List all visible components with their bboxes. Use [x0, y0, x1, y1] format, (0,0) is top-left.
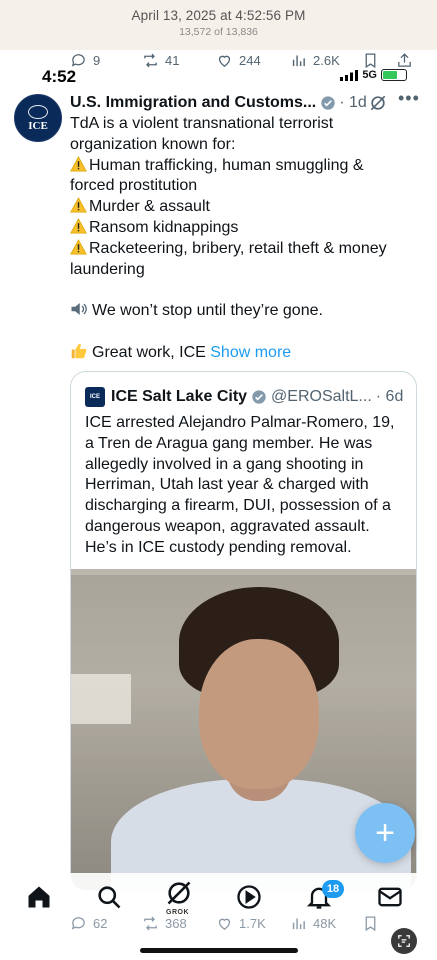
- grok-icon[interactable]: [165, 879, 193, 907]
- next-tweet-actions: 62 368 1.7K 48K: [0, 915, 437, 939]
- views-action[interactable]: 48K: [290, 915, 336, 932]
- grok-icon[interactable]: [368, 93, 388, 113]
- tweet-text-line: Great work, ICE Show more: [70, 343, 420, 364]
- tweet-header: U.S. Immigration and Customs... · 1d •••: [70, 88, 425, 114]
- tweet-line-text: Racketeering, bribery, retail theft & mo…: [89, 239, 387, 257]
- tweet-text-line: [70, 322, 420, 343]
- battery-icon: [381, 69, 407, 81]
- ice-avatar[interactable]: ICE: [14, 94, 62, 142]
- status-time: 4:52: [42, 67, 77, 86]
- compose-post-button[interactable]: +: [355, 803, 415, 863]
- more-options-icon[interactable]: •••: [398, 88, 420, 109]
- seal-icon: [28, 104, 48, 119]
- live-text-scan-icon[interactable]: [391, 928, 417, 954]
- tweet-text-line: Murder & assault: [70, 197, 420, 218]
- quoted-text-line: He’s in ICE custody pending removal.: [85, 538, 352, 556]
- quoted-text-line: a Tren de Aragua gang member. He was: [85, 434, 373, 452]
- tweet-line-text: Great work, ICE: [92, 343, 206, 361]
- quoted-author-name: ICE Salt Lake City: [111, 388, 248, 405]
- tweet-text-line: Human trafficking, human smuggling &: [70, 155, 420, 177]
- tweet-text: TdA is a violent transnational terrorist…: [70, 114, 420, 364]
- status-bar: 4:52 5G: [0, 66, 437, 86]
- like-action[interactable]: 1.7K: [216, 915, 266, 932]
- tweet-age: · 1d: [339, 94, 367, 111]
- tweet-text-line: organization known for:: [70, 135, 420, 156]
- tweet-line-text: Ransom kidnappings: [89, 218, 239, 236]
- quoted-text-line: discharging a firearm, DUI, possession o…: [85, 497, 391, 515]
- warning-icon: [70, 238, 89, 257]
- tweet-line-text: laundering: [70, 260, 145, 278]
- thumbs-up-icon: [70, 343, 92, 361]
- warning-icon: [70, 155, 89, 174]
- tweet-line-text: forced prostitution: [70, 177, 198, 195]
- quoted-tweet-header: ICE ICE Salt Lake City @EROSaltL... · 6d: [85, 386, 410, 408]
- photo-face: [199, 639, 319, 789]
- quoted-handle: @EROSaltL...: [271, 388, 372, 405]
- views-icon: [292, 918, 305, 930]
- like-count: 1.7K: [239, 916, 266, 931]
- signal-icon: [340, 69, 359, 81]
- tweet-text-line: TdA is a violent transnational terrorist: [70, 114, 420, 135]
- status-indicators: 5G: [340, 69, 407, 81]
- ceiling-light: [71, 674, 131, 724]
- show-more-link[interactable]: Show more: [206, 344, 291, 361]
- tweet-line-text: Human trafficking, human smuggling &: [89, 156, 364, 174]
- quoted-text-line: allegedly involved in a gang shooting in: [85, 455, 364, 473]
- messages-envelope-icon[interactable]: [376, 883, 404, 911]
- tweet-text-line: We won’t stop until they’re gone.: [70, 301, 420, 322]
- repost-icon: [144, 916, 157, 931]
- photos-header: April 13, 2025 at 4:52:56 PM 13,572 of 1…: [0, 0, 437, 50]
- home-indicator: [140, 948, 298, 953]
- home-icon[interactable]: [25, 883, 53, 911]
- tweet-line-text: Murder & assault: [89, 198, 210, 216]
- spaces-icon[interactable]: [235, 883, 263, 911]
- ceiling-line: [71, 569, 416, 575]
- reply-action[interactable]: 62: [70, 915, 107, 932]
- scan-text-icon: [398, 935, 410, 947]
- warning-icon: [70, 218, 89, 236]
- tweet-text-line: laundering: [70, 260, 420, 281]
- repost-count: 368: [165, 916, 187, 931]
- photo-date: April 13, 2025 at 4:52:56 PM: [131, 8, 306, 23]
- quoted-age: · 6d: [375, 388, 404, 405]
- quoted-text-line: dangerous weapon, aggravated assault.: [85, 517, 370, 535]
- verified-badge-icon: [321, 96, 335, 110]
- heart-icon: [218, 918, 231, 930]
- tweet-author-name[interactable]: U.S. Immigration and Customs...: [70, 94, 316, 112]
- tweet-line-text: TdA is a violent transnational terrorist: [70, 115, 334, 132]
- search-icon[interactable]: [95, 883, 123, 911]
- tweet-text-line: Racketeering, bribery, retail theft & mo…: [70, 238, 420, 260]
- reply-icon: [71, 917, 85, 930]
- tweet-line-text: We won’t stop until they’re gone.: [92, 302, 323, 320]
- tweet-line-text: [70, 281, 74, 298]
- tweet-text-line: [70, 280, 420, 301]
- verified-badge-icon: [252, 390, 266, 404]
- tweet-line-text: organization known for:: [70, 135, 236, 153]
- bookmark-action[interactable]: [362, 915, 379, 932]
- views-count: 48K: [313, 916, 337, 931]
- tweet-line-text: [70, 323, 74, 340]
- bookmark-icon: [365, 916, 376, 932]
- warning-icon: [70, 197, 89, 215]
- avatar-label: ICE: [28, 119, 48, 132]
- speaker-icon: [70, 302, 92, 319]
- quoted-text-line: Herriman, Utah last year & charged with: [85, 476, 369, 494]
- repost-action[interactable]: 368: [142, 915, 187, 932]
- tweet-text-line: Ransom kidnappings: [70, 218, 420, 239]
- notifications-badge: 18: [322, 880, 344, 898]
- tweet-text-line: forced prostitution: [70, 176, 420, 197]
- reply-count: 62: [93, 916, 108, 931]
- quoted-avatar: ICE: [85, 387, 105, 407]
- photo-count: 13,572 of 13,836: [179, 26, 258, 38]
- quoted-tweet-text: ICE arrested Alejandro Palmar-Romero, 19…: [85, 413, 407, 559]
- network-label: 5G: [362, 69, 377, 81]
- quoted-text-line: ICE arrested Alejandro Palmar-Romero, 19…: [85, 414, 395, 431]
